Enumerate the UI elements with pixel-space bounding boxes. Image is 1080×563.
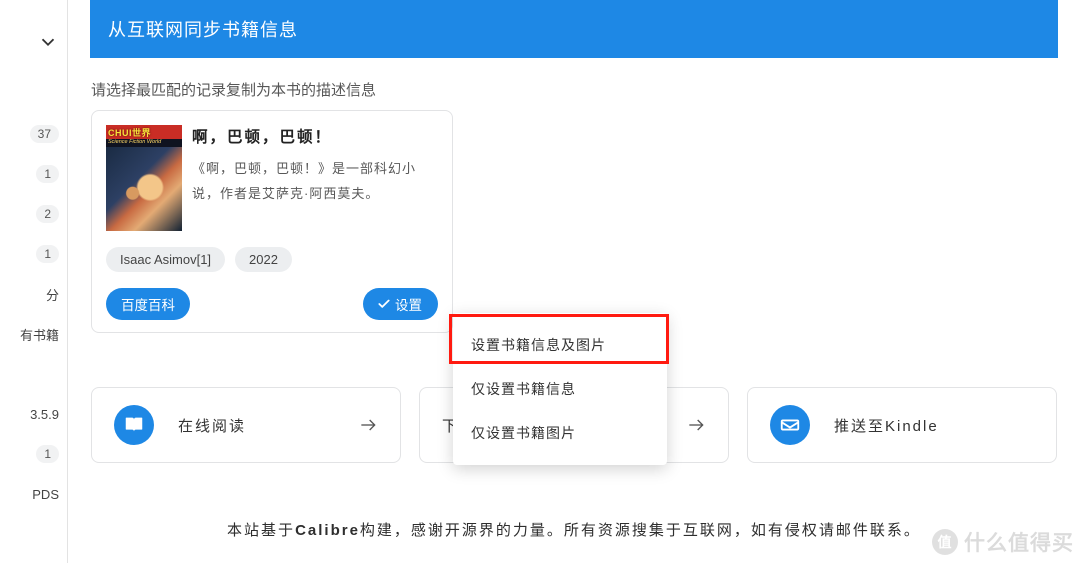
rail-version: 3.5.9 xyxy=(30,407,59,422)
watermark: 值 什么值得买 xyxy=(932,527,1074,557)
book-open-icon xyxy=(114,405,154,445)
read-online-card[interactable]: 在线阅读 xyxy=(91,387,401,463)
author-chip: Isaac Asimov[1] xyxy=(106,247,225,272)
rail-label-bottom: PDS xyxy=(32,487,59,502)
option-image-only[interactable]: 仅设置书籍图片 xyxy=(453,411,667,455)
mail-icon xyxy=(770,405,810,445)
rail-badge: 37 xyxy=(30,125,59,143)
arrow-right-icon xyxy=(686,415,706,435)
rail-badge: 2 xyxy=(36,205,59,223)
push-kindle-card[interactable]: 推送至Kindle xyxy=(747,387,1057,463)
panel-hint: 请选择最匹配的记录复制为本书的描述信息 xyxy=(91,79,1057,100)
set-button[interactable]: 设置 xyxy=(363,288,438,320)
metadata-result-card[interactable]: CHUI世界 Science Fiction World 啊，巴顿，巴顿！ 《啊… xyxy=(91,110,453,333)
arrow-right-icon xyxy=(358,415,378,435)
footer-prefix: 本站基于 xyxy=(227,522,295,539)
cover-brand-text: CHUI世界 xyxy=(108,126,151,139)
year-chip: 2022 xyxy=(235,247,292,272)
rail-badge: 1 xyxy=(36,165,59,183)
cover-subtitle-text: Science Fiction World xyxy=(108,139,161,145)
rail-label-books: 有书籍 xyxy=(20,325,59,344)
check-icon xyxy=(377,297,391,311)
option-info-only[interactable]: 仅设置书籍信息 xyxy=(453,367,667,411)
source-tag: 百度百科 xyxy=(106,288,190,320)
book-description: 《啊，巴顿，巴顿！》是一部科幻小说，作者是艾萨克·阿西莫夫。 xyxy=(192,157,438,206)
rail-badge: 1 xyxy=(36,445,59,463)
push-kindle-label: 推送至Kindle xyxy=(834,415,939,436)
chevron-down-icon xyxy=(37,31,59,53)
watermark-text: 什么值得买 xyxy=(964,527,1074,557)
watermark-icon: 值 xyxy=(932,529,958,555)
rail-label: 分 xyxy=(46,285,59,304)
main-content: 从互联网同步书籍信息 请选择最匹配的记录复制为本书的描述信息 CHUI世界 Sc… xyxy=(68,0,1080,563)
option-info-and-image[interactable]: 设置书籍信息及图片 xyxy=(453,323,667,367)
sidebar-collapse-row[interactable] xyxy=(0,24,59,60)
book-title: 啊，巴顿，巴顿！ xyxy=(192,125,438,147)
footer-brand: Calibre xyxy=(295,522,360,539)
set-button-label: 设置 xyxy=(395,294,422,314)
rail-badge: 1 xyxy=(36,245,59,263)
sidebar-rail: 37 1 2 1 分 有书籍 3.5.9 1 PDS xyxy=(0,0,68,563)
footer-text: 本站基于Calibre构建，感谢开源界的力量。所有资源搜集于互联网，如有侵权请邮… xyxy=(91,519,1057,540)
footer-suffix: 构建，感谢开源界的力量。所有资源搜集于互联网，如有侵权请邮件联系。 xyxy=(360,522,921,539)
panel-title: 从互联网同步书籍信息 xyxy=(90,0,1058,58)
book-cover-thumbnail: CHUI世界 Science Fiction World xyxy=(106,125,182,231)
set-options-dropdown: 设置书籍信息及图片 仅设置书籍信息 仅设置书籍图片 xyxy=(453,313,667,465)
read-online-label: 在线阅读 xyxy=(178,415,246,436)
